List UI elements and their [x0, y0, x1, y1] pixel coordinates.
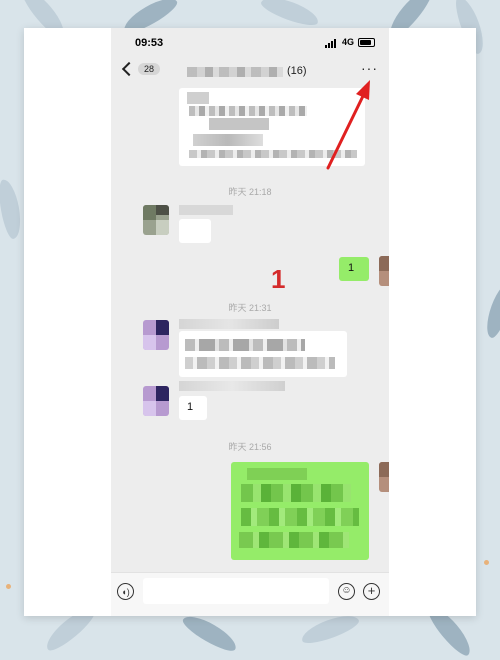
message-input[interactable]: [143, 578, 329, 604]
more-options-button[interactable]: ···: [361, 60, 378, 76]
chevron-left-icon: [121, 61, 137, 77]
unread-badge: 28: [138, 63, 161, 75]
message-bubble-received: 1: [179, 396, 207, 420]
message-bubble-sent: 1: [339, 257, 369, 281]
message-bubble-redacted: [179, 219, 211, 243]
avatar[interactable]: [143, 320, 169, 350]
network-label: 4G: [342, 37, 355, 47]
timestamp: 昨天 21:31: [228, 303, 272, 313]
chat-title-redacted: [187, 67, 283, 77]
more-actions-button[interactable]: +: [363, 583, 380, 600]
status-time: 09:53: [135, 37, 164, 49]
chat-screen: 09:53 4G 28 (16) ··· 昨天 21:18 1 1 昨天 21:…: [111, 28, 389, 616]
avatar[interactable]: [143, 386, 169, 416]
message-bubble-sent-redacted: [231, 462, 369, 560]
status-bar: 09:53 4G: [111, 28, 389, 56]
battery-icon: [358, 38, 375, 47]
screenshot-card: 09:53 4G 28 (16) ··· 昨天 21:18 1 1 昨天 21:…: [24, 28, 476, 616]
input-toolbar: ◖) ☺ +: [111, 572, 389, 616]
annotation-number: 1: [271, 264, 286, 294]
timestamp: 昨天 21:56: [228, 442, 272, 452]
back-button[interactable]: 28: [121, 61, 161, 77]
message-bubble-redacted: [179, 331, 347, 377]
avatar[interactable]: [143, 205, 169, 235]
member-count: (16): [287, 65, 307, 77]
message-bubble-redacted: [179, 88, 365, 166]
sender-name-redacted: [179, 319, 279, 329]
sender-name-redacted: [179, 381, 285, 391]
my-avatar[interactable]: [379, 256, 389, 286]
emoji-button[interactable]: ☺: [338, 583, 355, 600]
voice-input-button[interactable]: ◖): [117, 583, 134, 600]
my-avatar[interactable]: [379, 462, 389, 492]
signal-icon: [325, 39, 336, 48]
timestamp: 昨天 21:18: [228, 187, 272, 197]
sender-name-redacted: [179, 205, 233, 215]
chat-header: 28 (16) ···: [111, 58, 389, 88]
